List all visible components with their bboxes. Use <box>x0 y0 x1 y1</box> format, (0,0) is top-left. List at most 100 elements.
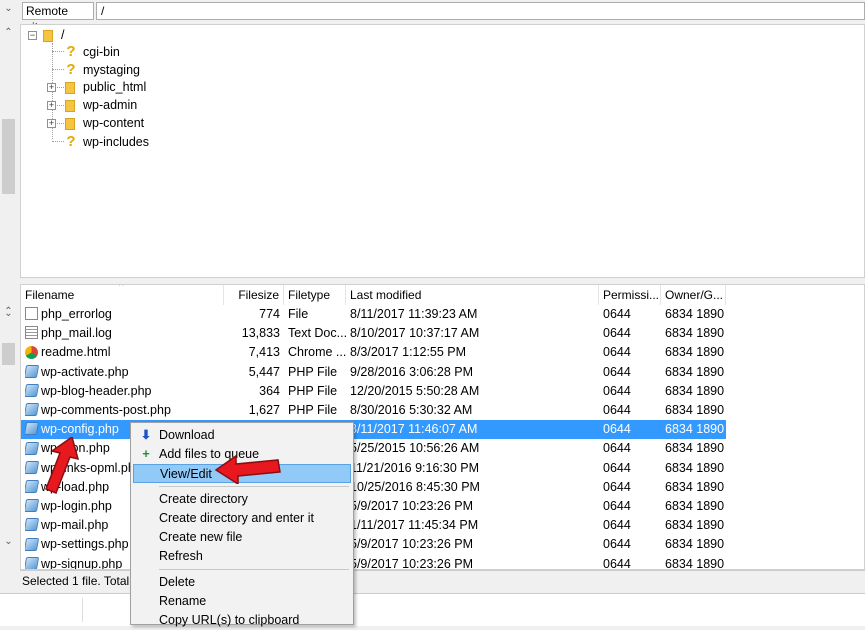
table-row[interactable]: wp-login.php 5/9/2017 10:23:26 PM 0644 6834… <box>21 497 726 516</box>
unknown-folder-icon: ? <box>66 61 76 78</box>
file-name-label: php_mail.log <box>41 326 112 341</box>
file-modified: 10/25/2016 8:45:30 PM <box>350 479 480 494</box>
doc-icon <box>25 307 38 321</box>
file-owner: 6834 1890 <box>665 556 725 570</box>
file-type: Chrome ... <box>288 345 347 360</box>
menu-item-rename[interactable]: Rename <box>133 592 351 611</box>
tree-item[interactable]: wp-content <box>65 115 144 132</box>
menu-item-download[interactable]: ⬇ Download <box>133 426 351 445</box>
table-row[interactable]: wp-activate.php 5,447 PHP File 9/28/2016 3:… <box>21 363 726 382</box>
scroll-down-icon[interactable]: ⌄ <box>0 0 17 17</box>
file-modified: 8/11/2017 11:39:23 AM <box>350 307 478 321</box>
php-icon <box>25 537 40 551</box>
menu-item-copy-url-s-to-clipboard[interactable]: Copy URL(s) to clipboard <box>133 611 351 630</box>
table-row[interactable]: wp-comments-post.php 1,627 PHP File 8/30/20… <box>21 401 726 420</box>
table-row[interactable]: wp-cron.php5/25/2015 10:56:26 AM06446834… <box>21 439 726 458</box>
menu-item-label: View/Edit <box>160 467 212 481</box>
file-permissions: 0644 <box>603 364 631 379</box>
table-row[interactable]: php_mail.log 13,833 Text Doc... 8/10/2017 1… <box>21 324 726 343</box>
file-type: PHP File <box>288 403 338 417</box>
list-scroll-down-icon[interactable]: ⌄ <box>0 533 17 550</box>
menu-item-delete[interactable]: Delete <box>133 573 351 592</box>
expand-icon[interactable]: + <box>47 101 56 110</box>
tree-root[interactable]: / <box>43 27 64 44</box>
column-header-filesize[interactable]: Filesize <box>224 285 284 305</box>
file-permissions: 0644 <box>603 499 631 513</box>
file-permissions: 0644 <box>603 422 631 437</box>
file-owner: 6834 1890 <box>665 326 725 341</box>
table-row[interactable]: wp-links-opml.php 11/21/2016 9:16:30 PM 06… <box>21 459 726 478</box>
tree-item[interactable]: ? mystaging <box>65 61 140 78</box>
unknown-folder-icon: ? <box>66 133 76 150</box>
php-icon <box>25 364 40 378</box>
column-header-permissions[interactable]: Permissi... <box>599 285 661 305</box>
file-name-label: wp-login.php <box>41 499 112 513</box>
table-row[interactable]: wp-settings.php 5/9/2017 10:23:26 PM 0644 6… <box>21 535 726 554</box>
annotation-arrow-wp-config <box>45 437 80 494</box>
file-modified: 9/28/2016 3:06:28 PM <box>350 364 474 379</box>
expand-icon[interactable]: + <box>47 83 56 92</box>
file-name: readme.html <box>25 343 225 362</box>
tree-item[interactable]: ? wp-includes <box>65 133 149 150</box>
table-row[interactable]: php_errorlog 774 File 8/11/2017 11:39:23 AM… <box>21 305 726 324</box>
expand-icon[interactable]: + <box>47 119 56 128</box>
file-size: 774 <box>259 307 280 321</box>
file-modified: 12/20/2015 5:50:28 AM <box>350 383 480 398</box>
file-name-label: wp-settings.php <box>41 537 129 552</box>
table-row[interactable]: wp-signup.php 5/9/2017 10:23:26 PM 0644 683… <box>21 555 726 570</box>
table-row[interactable]: wp-config.php 8/11/2017 11:46:07 AM 0644 68… <box>21 420 726 440</box>
column-header-last-modified[interactable]: Last modified <box>346 285 599 305</box>
file-type: File <box>288 307 309 321</box>
tree-item[interactable]: public_html <box>65 79 146 96</box>
file-permissions: 0644 <box>603 403 631 417</box>
file-name: wp-blog-header.php <box>25 382 225 401</box>
file-modified: 11/21/2016 9:16:30 PM <box>350 460 480 475</box>
file-owner: 6834 1890 <box>665 422 725 437</box>
tree-item-label: wp-content <box>83 116 145 130</box>
list-scroll-thumb[interactable] <box>2 343 15 365</box>
table-row[interactable]: wp-blog-header.php 364 PHP File 12/20/2015 … <box>21 382 726 401</box>
menu-item-create-directory[interactable]: Create directory <box>133 490 351 509</box>
php-icon <box>25 441 40 455</box>
sort-indicator-icon: ^ <box>119 284 124 292</box>
tree-scrollbar[interactable]: ⌃ <box>0 24 17 278</box>
download-icon: ⬇ <box>140 428 152 442</box>
table-row[interactable]: wp-mail.php 1/11/2017 11:45:34 PM 0644 6834… <box>21 516 726 535</box>
file-size: 364 <box>259 383 280 398</box>
table-row[interactable]: readme.html 7,413 Chrome ... 8/3/2017 1:12:… <box>21 343 726 362</box>
column-header-filetype[interactable]: Filetype <box>284 285 346 305</box>
file-permissions: 0644 <box>603 307 631 321</box>
tree-scroll-thumb[interactable] <box>2 119 15 194</box>
file-modified: 8/30/2016 5:30:32 AM <box>350 403 473 417</box>
file-permissions: 0644 <box>603 537 631 552</box>
file-owner: 6834 1890 <box>665 441 725 456</box>
file-name: php_mail.log <box>25 324 225 343</box>
menu-item-label: Create directory and enter it <box>159 511 314 525</box>
php-icon <box>25 384 40 397</box>
file-name-label: wp-blog-header.php <box>41 383 152 398</box>
column-header-owner-group[interactable]: Owner/G... <box>661 285 726 305</box>
file-name-label: wp-activate.php <box>41 364 129 379</box>
tree-item[interactable]: wp-admin <box>65 97 137 114</box>
collapse-icon[interactable]: − <box>28 31 37 40</box>
php-icon <box>25 518 40 532</box>
add-queue-icon: + <box>142 447 150 461</box>
file-modified: 5/9/2017 10:23:26 PM <box>350 499 474 513</box>
menu-item-create-directory-and-enter-it[interactable]: Create directory and enter it <box>133 509 351 528</box>
menu-item-refresh[interactable]: Refresh <box>133 547 351 566</box>
file-size: 1,627 <box>248 403 280 417</box>
remote-site-path-input[interactable]: / <box>96 2 865 20</box>
php-icon <box>25 403 40 417</box>
tree-item[interactable]: ? cgi-bin <box>65 43 120 60</box>
file-permissions: 0644 <box>603 518 631 533</box>
file-type: PHP File <box>288 383 338 398</box>
file-permissions: 0644 <box>603 479 631 494</box>
file-list-scrollbar[interactable]: ⌃ ⌄ <box>0 305 17 570</box>
tree-item-label: cgi-bin <box>83 45 120 59</box>
folder-icon <box>65 117 75 130</box>
menu-item-create-new-file[interactable]: Create new file <box>133 528 351 547</box>
table-row[interactable]: wp-load.php 10/25/2016 8:45:30 PM 0644 6834… <box>21 478 726 497</box>
remote-directory-tree[interactable]: − / ? cgi-bin? mystaging + public_html + wp-ad… <box>20 24 865 278</box>
file-modified: 5/9/2017 10:23:26 PM <box>350 537 474 552</box>
scroll-up-icon[interactable]: ⌃ <box>0 24 17 41</box>
